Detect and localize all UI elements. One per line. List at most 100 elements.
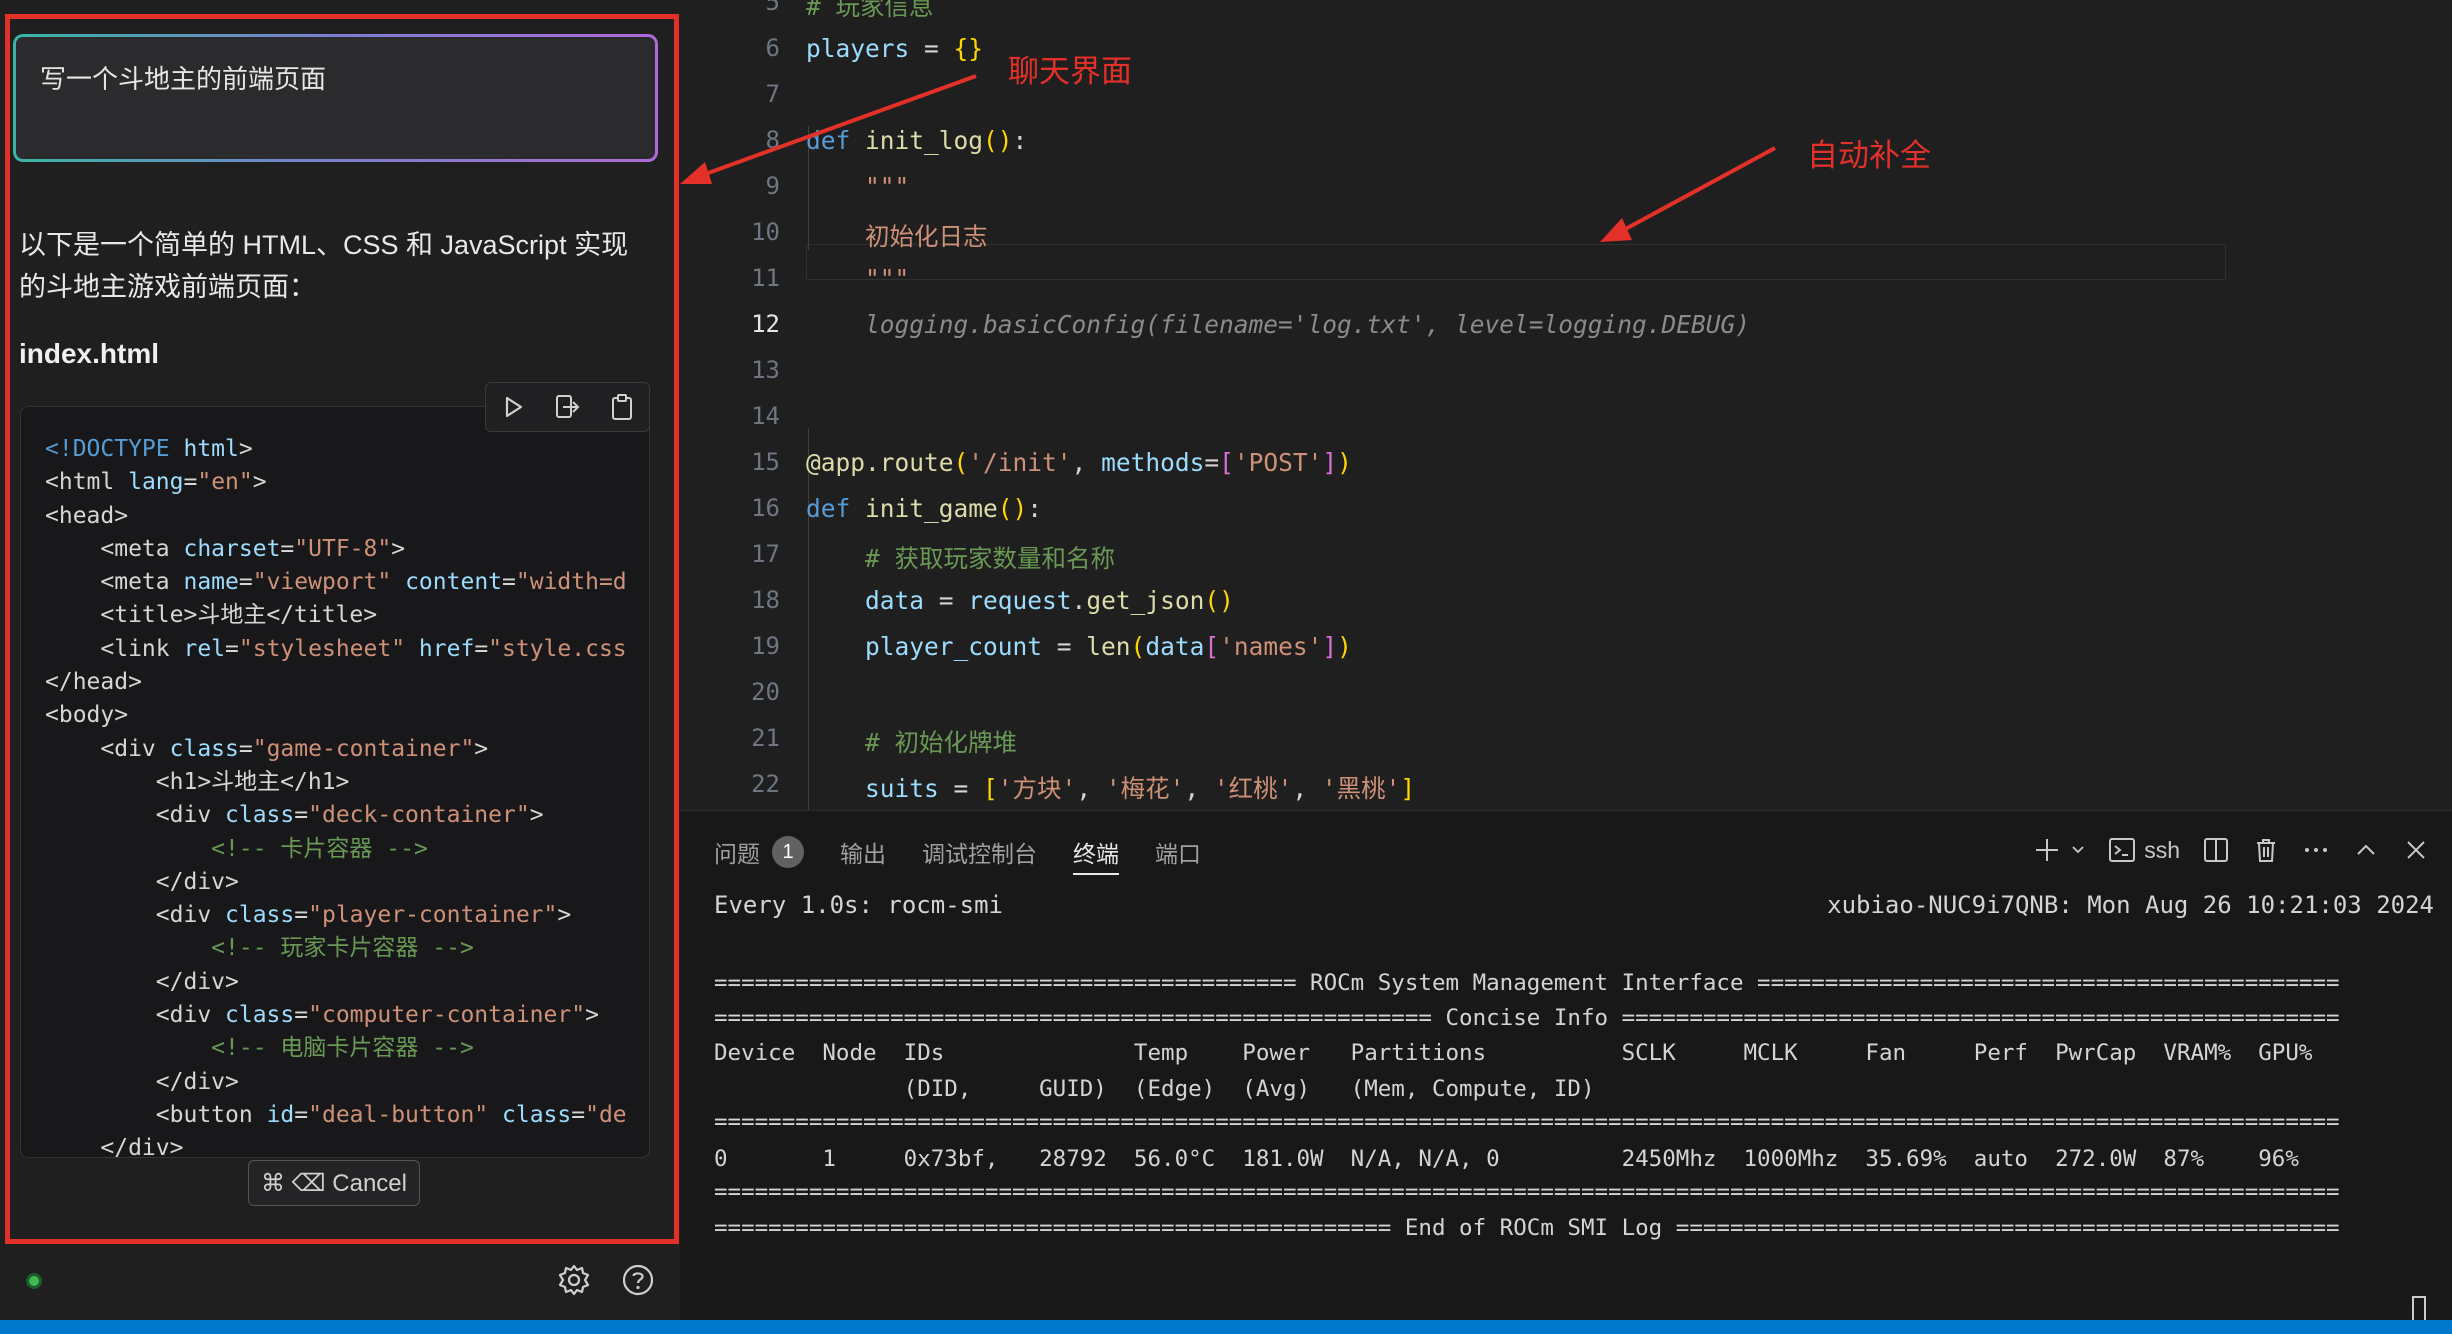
- insert-icon[interactable]: [552, 392, 582, 422]
- editor-line: def init_game():: [806, 494, 1042, 523]
- copy-icon[interactable]: [607, 392, 637, 422]
- plus-icon: [2036, 839, 2059, 861]
- editor-line: """: [806, 264, 909, 293]
- panel-actions: ssh: [2032, 835, 2430, 865]
- line-number: 7: [765, 80, 780, 108]
- ssh-label: ssh: [2144, 836, 2180, 863]
- line-number: 17: [751, 540, 780, 568]
- gear-icon[interactable]: [556, 1262, 592, 1303]
- editor-line: @app.route('/init', methods=['POST']): [806, 448, 1352, 477]
- maximize-panel-icon[interactable]: [2352, 836, 2380, 864]
- chat-highlight-frame: [5, 14, 679, 1244]
- code-token: ]: [1322, 448, 1338, 477]
- tab-debug-console[interactable]: 调试控制台: [922, 829, 1037, 875]
- line-number: 19: [751, 632, 780, 660]
- code-token: (): [997, 494, 1028, 523]
- help-icon[interactable]: [620, 1262, 656, 1303]
- code-token: (): [983, 126, 1013, 155]
- code-token: :: [1012, 126, 1028, 155]
- code-token: ,: [1076, 774, 1106, 803]
- close-icon[interactable]: [2402, 836, 2430, 864]
- code-token: 初始化日志: [806, 222, 988, 251]
- terminal-ssh-selector[interactable]: ssh: [2108, 836, 2180, 864]
- code-token: :: [1027, 494, 1043, 523]
- tab-ports[interactable]: 端口: [1155, 829, 1201, 875]
- terminal-icon: [2109, 838, 2136, 862]
- code-token: =: [938, 774, 984, 803]
- code-token: init_game: [865, 494, 998, 523]
- code-token: # 玩家信息: [806, 0, 934, 21]
- editor-line: def init_log():: [806, 126, 1027, 155]
- terminal-cursor: [2412, 1296, 2426, 1322]
- terminal-line: ========================================…: [714, 1004, 2340, 1031]
- terminal-line: (DID, GUID) (Edge) (Avg) (Mem, Compute, …: [714, 1075, 1595, 1102]
- terminal-line: ========================================…: [714, 969, 2340, 996]
- code-token: .: [1071, 586, 1087, 615]
- code-token: @app.route: [806, 448, 954, 477]
- line-number: 13: [751, 356, 780, 384]
- code-token: player_count: [806, 632, 1043, 661]
- code-token: ,: [1071, 448, 1102, 477]
- terminal-line: ========================================…: [714, 1179, 2340, 1206]
- code-token: ): [1337, 448, 1352, 477]
- code-token: ,: [1292, 774, 1322, 803]
- split-terminal-icon[interactable]: [2202, 836, 2230, 864]
- line-number: 15: [751, 448, 780, 476]
- code-token: data: [806, 586, 925, 615]
- editor-line: data = request.get_json(): [806, 586, 1234, 615]
- run-icon[interactable]: [498, 392, 528, 422]
- code-token: '/init': [968, 448, 1072, 477]
- code-token: '方块': [997, 774, 1077, 803]
- code-token: (: [1130, 632, 1146, 661]
- connection-status-icon: [26, 1273, 42, 1289]
- code-token: 'POST': [1233, 448, 1323, 477]
- editor-line: players = {}: [806, 34, 983, 63]
- code-token: =: [1042, 632, 1087, 661]
- line-number: 16: [751, 494, 780, 522]
- editor-line: # 获取玩家数量和名称: [806, 540, 1115, 575]
- line-number: 21: [751, 724, 780, 752]
- new-terminal-button[interactable]: [2032, 835, 2086, 865]
- tab-output[interactable]: 输出: [840, 829, 886, 875]
- editor-line: # 玩家信息: [806, 0, 934, 23]
- code-token: get_json: [1086, 586, 1205, 615]
- tab-terminal[interactable]: 终端: [1073, 829, 1119, 875]
- code-token: (): [1204, 586, 1234, 615]
- chevron-down-icon: [2072, 846, 2084, 854]
- tab-problems[interactable]: 问题 1: [714, 829, 804, 875]
- line-number: 20: [751, 678, 780, 706]
- trash-icon[interactable]: [2252, 836, 2280, 864]
- code-token: def: [806, 126, 866, 155]
- tab-label: 终端: [1073, 841, 1119, 867]
- code-token: len: [1086, 632, 1131, 661]
- chat-panel: 写一个斗地主的前端页面 以下是一个简单的 HTML、CSS 和 JavaScri…: [0, 0, 680, 1320]
- tab-label: 输出: [840, 841, 886, 867]
- code-token: """: [806, 172, 910, 201]
- code-token: [: [1219, 448, 1234, 477]
- code-token: '梅花': [1105, 774, 1185, 803]
- editor-line: suits = ['方块', '梅花', '红桃', '黑桃']: [806, 770, 1415, 805]
- tab-label: 端口: [1155, 841, 1201, 867]
- problems-count-badge: 1: [772, 836, 804, 868]
- editor-line: logging.basicConfig(filename='log.txt', …: [806, 310, 1750, 339]
- code-token: methods: [1101, 448, 1205, 477]
- line-number: 10: [751, 218, 780, 246]
- line-number: 6: [765, 34, 780, 62]
- line-number: 22: [751, 770, 780, 798]
- code-token: [: [983, 774, 998, 803]
- line-number: 11: [751, 264, 780, 292]
- code-token: players: [806, 34, 910, 63]
- editor-line: # 初始化牌堆: [806, 724, 1017, 759]
- line-number: 8: [765, 126, 780, 154]
- autocomplete-annotation-label: 自动补全: [1807, 138, 1931, 173]
- editor-line: """: [806, 172, 909, 201]
- code-token: '黑桃': [1321, 774, 1401, 803]
- code-token: =: [924, 586, 969, 615]
- terminal-line: ========================================…: [714, 1214, 2340, 1241]
- tab-label: 调试控制台: [922, 841, 1037, 867]
- code-editor[interactable]: 5678910111213141516171819202122232425262…: [680, 0, 2452, 810]
- line-number: 18: [751, 586, 780, 614]
- editor-line: 初始化日志: [806, 218, 988, 253]
- more-icon[interactable]: [2302, 836, 2330, 864]
- code-token: 'names': [1219, 632, 1323, 661]
